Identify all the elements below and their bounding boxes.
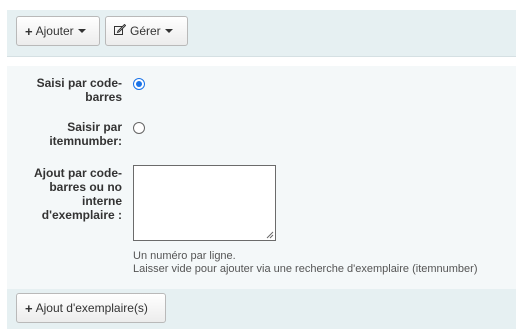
manage-dropdown-button[interactable]: Gérer bbox=[105, 16, 188, 46]
barcode-radio[interactable] bbox=[133, 78, 145, 90]
add-button-label: Ajouter bbox=[35, 24, 74, 38]
resize-handle-icon[interactable] bbox=[266, 231, 274, 239]
list-label-line: interne bbox=[81, 194, 122, 208]
manage-button-label: Gérer bbox=[130, 24, 161, 38]
edit-icon bbox=[114, 23, 127, 38]
itemnumber-option-label: Saisir par itemnumber: bbox=[49, 120, 122, 148]
caret-down-icon bbox=[77, 29, 86, 33]
itemnumber-radio[interactable] bbox=[133, 122, 145, 134]
caret-down-icon bbox=[164, 29, 173, 33]
itemnumber-label-line: itemnumber: bbox=[49, 134, 122, 148]
list-label-line: Ajout par code- bbox=[33, 166, 122, 180]
hint-line: Un numéro par ligne. bbox=[133, 250, 236, 262]
add-dropdown-button[interactable]: + Ajouter bbox=[16, 16, 100, 46]
itemnumber-label-line: Saisir par bbox=[67, 120, 122, 134]
list-field-label: Ajout par code- barres ou no interne d'e… bbox=[34, 166, 122, 222]
barcode-list-textarea[interactable] bbox=[133, 165, 276, 241]
list-label-line: d'exemplaire : bbox=[41, 208, 122, 222]
form-footer: + Ajout d'exemplaire(s) bbox=[7, 289, 516, 329]
list-label-line: barres ou no bbox=[49, 180, 122, 194]
hint-line: Laisser vide pour ajouter via une recher… bbox=[133, 263, 478, 275]
add-items-button-label: Ajout d'exemplaire(s) bbox=[35, 301, 148, 315]
toolbar: + Ajouter Gérer bbox=[7, 10, 516, 57]
barcode-label-line: barres bbox=[85, 90, 122, 104]
barcode-option-label: Saisi par code- barres bbox=[37, 76, 122, 104]
plus-icon: + bbox=[25, 300, 33, 316]
plus-icon: + bbox=[25, 23, 33, 39]
barcode-label-line: Saisi par code- bbox=[36, 76, 122, 90]
add-items-button[interactable]: + Ajout d'exemplaire(s) bbox=[16, 293, 166, 323]
